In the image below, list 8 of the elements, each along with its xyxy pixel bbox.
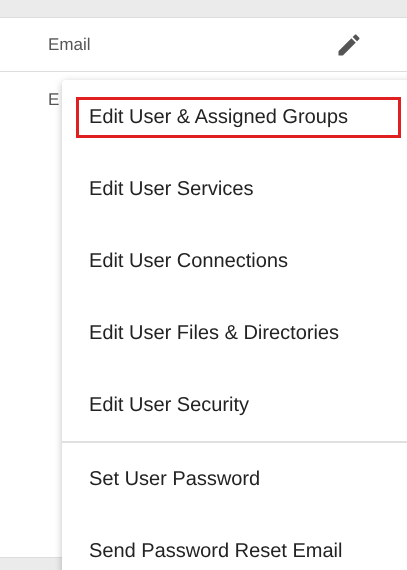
menu-item[interactable]: Edit User Security xyxy=(62,369,407,441)
menu-item[interactable]: Set User Password xyxy=(62,443,407,515)
menu-item[interactable]: Edit User Files & Directories xyxy=(62,297,407,369)
field-label: E xyxy=(48,90,60,110)
menu-item[interactable]: Edit User Connections xyxy=(62,225,407,297)
menu-item[interactable]: Send Password Reset Email xyxy=(62,515,407,570)
menu-item[interactable]: Edit User Services xyxy=(62,153,407,225)
field-label: Email xyxy=(48,34,91,54)
